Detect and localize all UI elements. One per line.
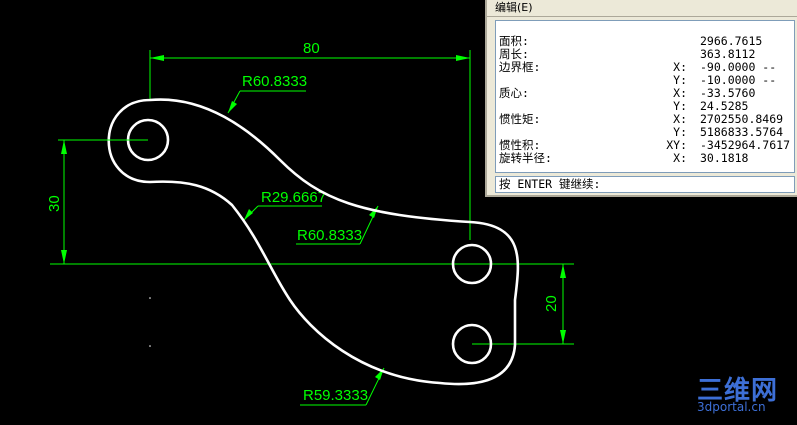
radius-mid-text: R60.8333 xyxy=(297,227,362,244)
output-pane[interactable]: 面积: 2966.7615 周长: 363.8112 边界框: X: -90.0… xyxy=(495,20,795,173)
row-value: 30.1818 xyxy=(700,151,749,165)
radius-top-left-text: R60.8333 xyxy=(242,73,307,90)
row-label: 惯性矩: xyxy=(499,112,541,126)
command-line-input[interactable]: 按 ENTER 键继续: xyxy=(495,176,795,193)
row-label: 边界框: xyxy=(499,60,541,74)
watermark-site: 3dportal.cn xyxy=(697,400,766,414)
dim-20-text: 20 xyxy=(543,295,560,312)
watermark: 三维网 3dportal.cn xyxy=(697,370,793,420)
dim-80-text: 80 xyxy=(303,40,320,57)
speck xyxy=(149,345,151,347)
output-row: 旋转半径: X: 30.1818 xyxy=(499,152,794,165)
radius-inner-text: R29.6667 xyxy=(261,189,326,206)
dim-30-text: 30 xyxy=(46,195,63,212)
radius-leaders: R60.8333 R29.6667 R60.8333 R59.3333 xyxy=(227,73,385,406)
row-axis: X: xyxy=(673,151,687,165)
text-window[interactable]: 编辑(E) 面积: 2966.7615 周长: 363.8112 边界框: X:… xyxy=(485,0,797,197)
speck xyxy=(149,297,151,299)
dimension-80: 80 xyxy=(149,40,471,240)
radius-bottom-text: R59.3333 xyxy=(303,387,368,404)
row-label: 质心: xyxy=(499,86,529,100)
menu-edit[interactable]: 编辑(E) xyxy=(487,0,797,17)
output-row: 质心: X: -33.5760 xyxy=(499,87,794,100)
row-label: 旋转半径: xyxy=(499,151,552,165)
